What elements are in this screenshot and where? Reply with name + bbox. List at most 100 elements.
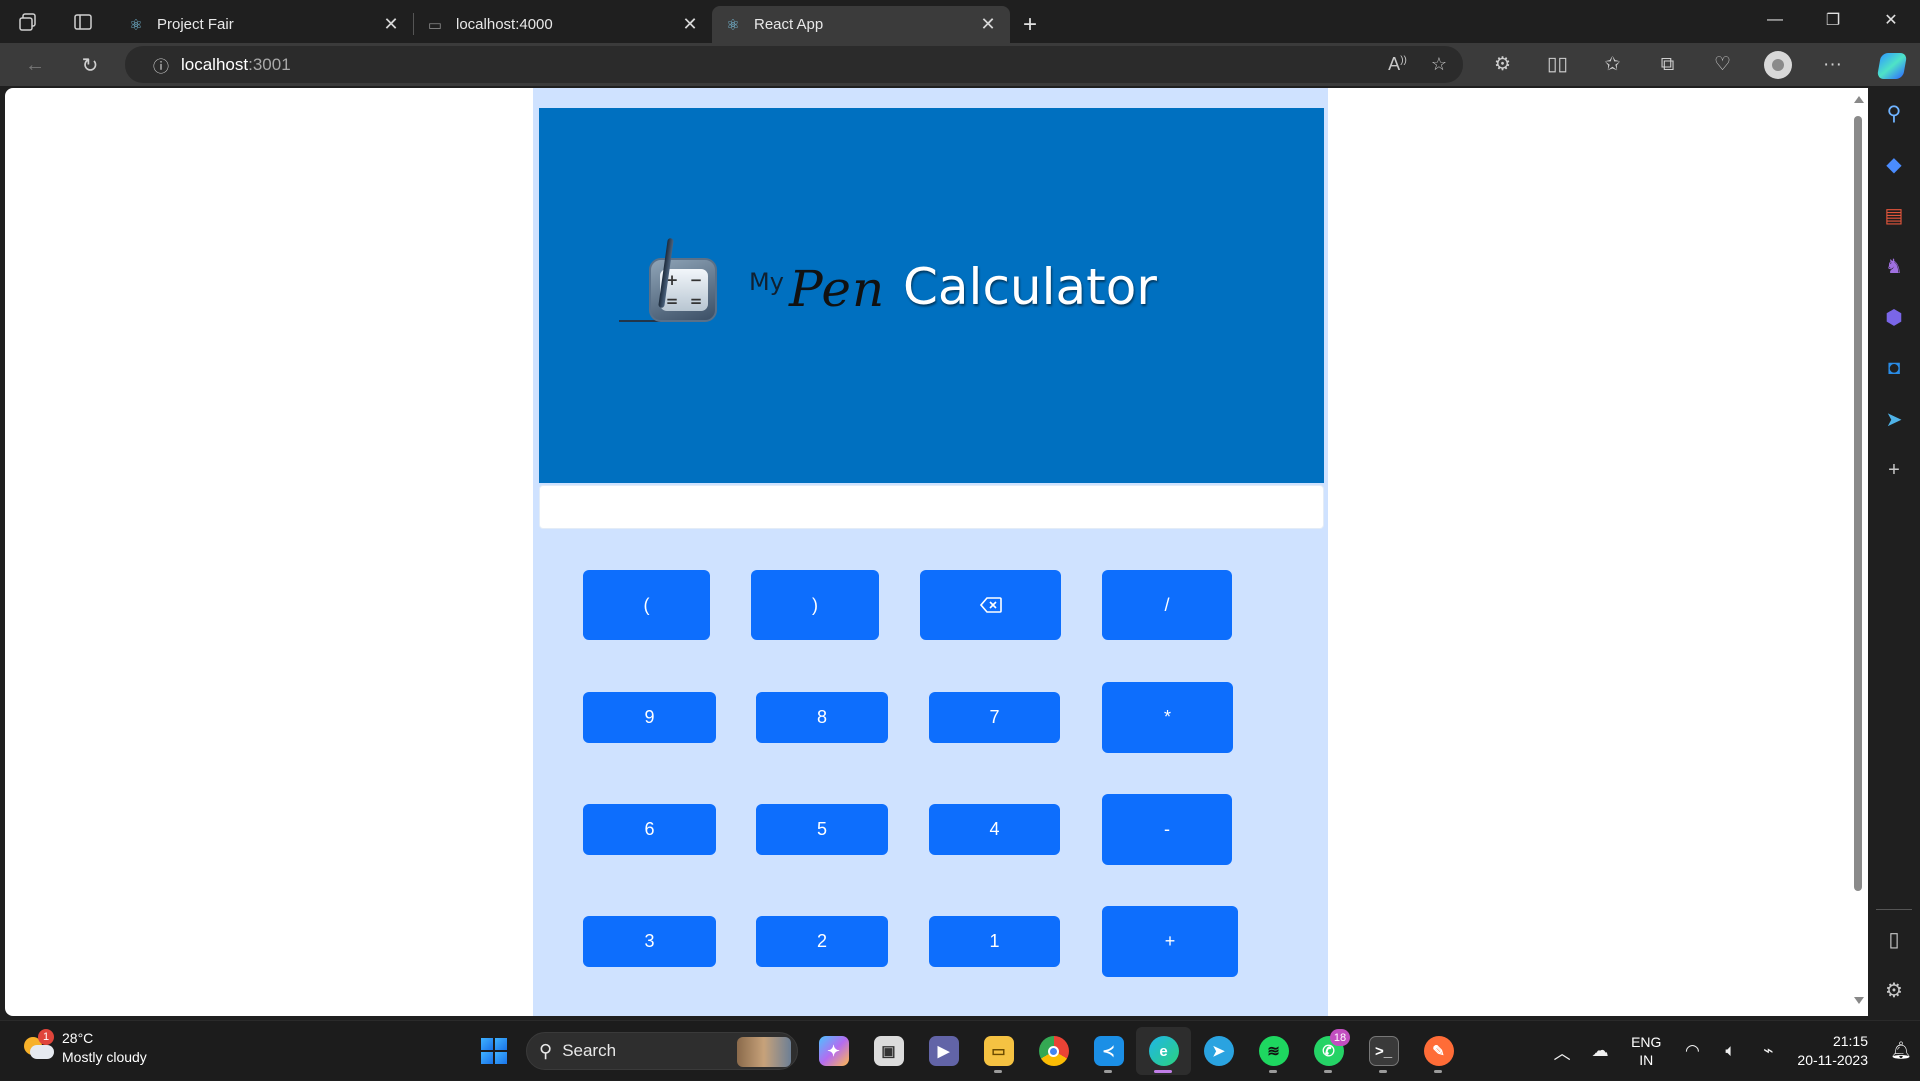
- digit-3-button[interactable]: 3: [583, 916, 716, 967]
- vscode-icon[interactable]: ≺: [1081, 1027, 1136, 1075]
- digit-6-button[interactable]: 6: [583, 804, 716, 855]
- workspaces-icon[interactable]: [0, 0, 55, 43]
- microsoft-365-icon[interactable]: ⬢: [1868, 292, 1920, 343]
- start-button[interactable]: [470, 1027, 518, 1075]
- weather-badge: 1: [38, 1029, 54, 1045]
- scroll-thumb[interactable]: [1854, 116, 1862, 891]
- settings-gear-icon[interactable]: ⚙: [1868, 965, 1920, 1016]
- new-tab-button[interactable]: +: [1010, 6, 1050, 43]
- minimize-button[interactable]: —: [1746, 0, 1804, 40]
- digit-4-button[interactable]: 4: [929, 804, 1060, 855]
- postman-icon[interactable]: ✎: [1411, 1027, 1466, 1075]
- open-paren-button[interactable]: (: [583, 570, 710, 640]
- restore-button[interactable]: ❐: [1804, 0, 1862, 40]
- address-bar[interactable]: ⓘ localhost:3001 A)) ☆: [125, 46, 1463, 83]
- divide-button[interactable]: /: [1102, 570, 1232, 640]
- close-window-button[interactable]: ✕: [1862, 0, 1920, 40]
- more-menu-icon[interactable]: ···: [1805, 43, 1860, 86]
- wifi-icon[interactable]: ◠: [1673, 1031, 1711, 1071]
- digit-7-button[interactable]: 7: [929, 692, 1060, 743]
- sidebar-divider: [1876, 909, 1912, 910]
- notification-bell-icon[interactable]: 🔔︎: [1882, 1041, 1920, 1061]
- add-icon[interactable]: +: [1868, 445, 1920, 496]
- backspace-button[interactable]: [920, 570, 1061, 640]
- digit-2-button[interactable]: 2: [756, 916, 888, 967]
- logo-pen: Pen: [789, 260, 886, 318]
- language-indicator[interactable]: ENG IN: [1631, 1033, 1661, 1069]
- logo-my: My: [749, 268, 784, 296]
- collections-icon[interactable]: ⧉: [1640, 43, 1695, 86]
- favorite-star-icon[interactable]: ☆: [1431, 54, 1447, 75]
- browser-essentials-icon[interactable]: ♡: [1695, 43, 1750, 86]
- shopping-tag-icon[interactable]: ◆: [1868, 139, 1920, 190]
- digit-5-button[interactable]: 5: [756, 804, 888, 855]
- back-button[interactable]: ←: [10, 45, 60, 85]
- teams-icon[interactable]: ▶: [916, 1027, 971, 1075]
- tab-title: localhost:4000: [456, 16, 553, 33]
- calculator-display[interactable]: [539, 485, 1324, 529]
- digit-1-button[interactable]: 1: [929, 916, 1060, 967]
- page-icon: ▭: [427, 16, 443, 34]
- search-icon[interactable]: ⚲: [1868, 88, 1920, 139]
- task-view-icon[interactable]: ▣: [861, 1027, 916, 1075]
- copilot-icon: [1876, 53, 1908, 79]
- read-aloud-icon[interactable]: A)): [1388, 54, 1407, 75]
- split-screen-icon[interactable]: ▯▯: [1530, 43, 1585, 86]
- weather-icon: 1: [20, 1029, 54, 1065]
- tab-project-fair[interactable]: ⚛ Project Fair ✕: [115, 6, 413, 43]
- drop-icon[interactable]: ➤: [1868, 394, 1920, 445]
- scroll-down-arrow[interactable]: [1854, 997, 1864, 1004]
- vertical-scrollbar[interactable]: [1848, 88, 1868, 1016]
- backspace-icon: [979, 597, 1002, 613]
- site-info-icon[interactable]: ⓘ: [141, 53, 181, 77]
- scroll-up-arrow[interactable]: [1854, 96, 1864, 103]
- close-paren-button[interactable]: ): [751, 570, 879, 640]
- tab-actions-icon[interactable]: [55, 0, 110, 43]
- system-tray: ︿ ☁ ENG IN ◠ 🔈︎ ⌁ 21:15 20-11-2023 🔔︎: [1543, 1021, 1920, 1081]
- weather-temp: 28°C: [62, 1030, 94, 1046]
- onedrive-cloud-icon[interactable]: ☁: [1581, 1031, 1619, 1071]
- browser-toolbar: ← ↻ ⓘ localhost:3001 A)) ☆ ⚙ ▯▯ ✩ ⧉ ♡ ··…: [0, 43, 1920, 86]
- terminal-icon[interactable]: >_: [1356, 1027, 1411, 1075]
- file-explorer-icon[interactable]: ▭: [971, 1027, 1026, 1075]
- minus-button[interactable]: -: [1102, 794, 1232, 865]
- react-icon: ⚛: [726, 16, 740, 34]
- copilot-button[interactable]: [1872, 46, 1912, 86]
- telegram-icon[interactable]: ➤: [1191, 1027, 1246, 1075]
- games-icon[interactable]: ♞: [1868, 241, 1920, 292]
- digit-9-button[interactable]: 9: [583, 692, 716, 743]
- profile-avatar[interactable]: [1750, 43, 1805, 86]
- taskbar-search[interactable]: ⚲ Search: [526, 1032, 798, 1070]
- refresh-button[interactable]: ↻: [65, 45, 115, 85]
- react-icon: ⚛: [129, 16, 143, 34]
- close-icon[interactable]: ✕: [381, 14, 401, 35]
- close-icon[interactable]: ✕: [978, 14, 998, 35]
- clock[interactable]: 21:15 20-11-2023: [1797, 1032, 1868, 1070]
- digit-8-button[interactable]: 8: [756, 692, 888, 743]
- logo-calculator: Calculator: [903, 258, 1157, 316]
- spotify-icon[interactable]: ≋: [1246, 1027, 1301, 1075]
- volume-icon[interactable]: 🔈︎: [1711, 1031, 1749, 1071]
- tools-icon[interactable]: ▤: [1868, 190, 1920, 241]
- copilot-pre-icon[interactable]: ✦: [806, 1027, 861, 1075]
- tab-localhost-4000[interactable]: ▭ localhost:4000 ✕: [414, 6, 712, 43]
- edge-icon[interactable]: e: [1136, 1027, 1191, 1075]
- hide-sidebar-icon[interactable]: ▯: [1868, 914, 1920, 965]
- clock-date: 20-11-2023: [1797, 1052, 1868, 1068]
- weather-widget[interactable]: 1 28°C Mostly cloudy: [20, 1029, 147, 1067]
- url-text: localhost:3001: [181, 54, 291, 74]
- tab-react-app[interactable]: ⚛ React App ✕: [712, 6, 1010, 43]
- favorites-icon[interactable]: ✩: [1585, 43, 1640, 86]
- plus-button[interactable]: +: [1102, 906, 1238, 977]
- chrome-icon[interactable]: [1026, 1027, 1081, 1075]
- multiply-button[interactable]: *: [1102, 682, 1233, 753]
- extensions-icon[interactable]: ⚙: [1475, 43, 1530, 86]
- windows-taskbar: 1 28°C Mostly cloudy ⚲ Search ✦ ▣ ▶ ▭ ≺ …: [0, 1020, 1920, 1080]
- close-icon[interactable]: ✕: [680, 14, 700, 35]
- chevron-up-icon[interactable]: ︿: [1543, 1031, 1581, 1071]
- battery-charging-icon[interactable]: ⌁: [1749, 1031, 1787, 1071]
- mypencalculator-logo: + − = = My Pen Calculator: [619, 237, 1219, 348]
- search-highlight-image: [737, 1037, 791, 1067]
- whatsapp-icon[interactable]: ✆ 18: [1301, 1027, 1356, 1075]
- outlook-icon[interactable]: ◘: [1868, 343, 1920, 394]
